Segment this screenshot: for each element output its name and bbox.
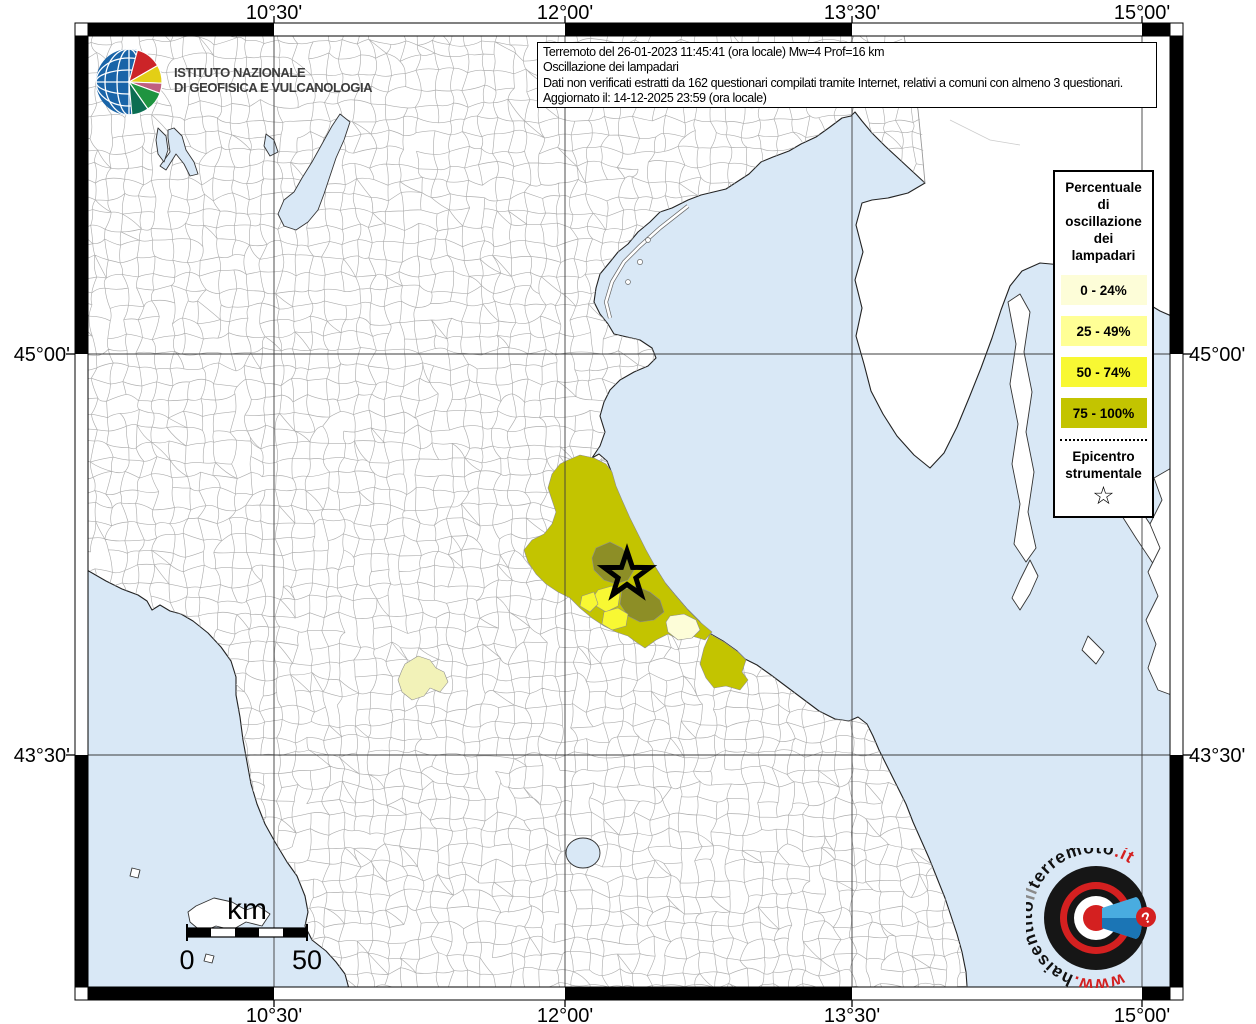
epicenter-label-line: strumentale <box>1065 466 1142 481</box>
legend-title-line: dei <box>1093 231 1114 246</box>
axis-bottom-4: 15°00' <box>1114 1005 1170 1024</box>
axis-top-1: 10°30' <box>246 2 302 24</box>
legend-swatch-25-49: 25 - 49% <box>1060 316 1147 346</box>
ingv-line2: DI GEOFISICA E VULCANOLOGIA <box>174 80 373 95</box>
event-title: Terremoto del 26-01-2023 11:45:41 (ora l… <box>543 45 885 59</box>
ingv-logo: ISTITUTO NAZIONALE DI GEOFISICA E VULCAN… <box>93 42 373 118</box>
legend-title-line: di <box>1097 197 1110 212</box>
axis-bottom-1: 10°30' <box>246 1005 302 1024</box>
event-updated: Aggiornato il: 14-12-2025 23:59 (ora loc… <box>543 90 767 105</box>
legend-title-line: oscillazione <box>1065 214 1142 229</box>
legend-title-line: Percentuale <box>1065 180 1142 195</box>
axis-top-2: 12°00' <box>537 2 593 24</box>
legend-swatch-50-74: 50 - 74% <box>1060 357 1147 387</box>
islet <box>129 867 141 879</box>
axis-top-4: 15°00' <box>1114 2 1170 24</box>
haisentito-logo: www.haisentitoilterremoto.it ? <box>1016 837 1166 995</box>
ingv-wordmark: ISTITUTO NAZIONALE DI GEOFISICA E VULCAN… <box>174 65 373 95</box>
axis-right-1: 45°00' <box>1189 344 1245 366</box>
legend-label: 25 - 49% <box>1076 323 1131 339</box>
legend-divider <box>1060 439 1147 441</box>
legend-label: 0 - 24% <box>1080 282 1127 298</box>
ingv-line1: ISTITUTO NAZIONALE <box>174 65 306 80</box>
scale-unit: km <box>227 893 267 926</box>
axis-right-2: 43°30' <box>1189 745 1245 767</box>
legend-swatch-0-24: 0 - 24% <box>1060 275 1147 305</box>
legend-label: 50 - 74% <box>1076 364 1131 380</box>
legend-title-line: lampadari <box>1071 248 1136 263</box>
epicenter-star-icon: ☆ <box>1092 481 1115 510</box>
axis-left-2: 43°30' <box>14 745 70 767</box>
legend-swatch-75-100: 75 - 100% <box>1060 398 1147 428</box>
islet <box>203 953 215 964</box>
event-data-note: Dati non verificati estratti da 162 ques… <box>543 75 1123 90</box>
lake-trasimeno <box>565 837 601 869</box>
map-page: km 0 50 10°30' 12°00' 13°30' 15°00' 10°3… <box>0 0 1256 1024</box>
event-info-box: Terremoto del 26-01-2023 11:45:41 (ora l… <box>537 42 1157 108</box>
axis-bottom-2: 12°00' <box>537 1005 593 1024</box>
epicenter-label-line: Epicentro <box>1072 449 1135 464</box>
legend-label: 75 - 100% <box>1072 405 1135 421</box>
axis-top-3: 13°30' <box>824 2 880 24</box>
legend: Percentuale di oscillazione dei lampadar… <box>1053 170 1154 518</box>
scale-end: 50 <box>292 945 322 975</box>
axis-left-1: 45°00' <box>14 344 70 366</box>
scale-start: 0 <box>179 945 194 975</box>
event-effect: Oscillazione dei lampadari <box>543 60 679 75</box>
axis-bottom-3: 13°30' <box>824 1005 880 1024</box>
ingv-globe-icon <box>96 49 163 116</box>
